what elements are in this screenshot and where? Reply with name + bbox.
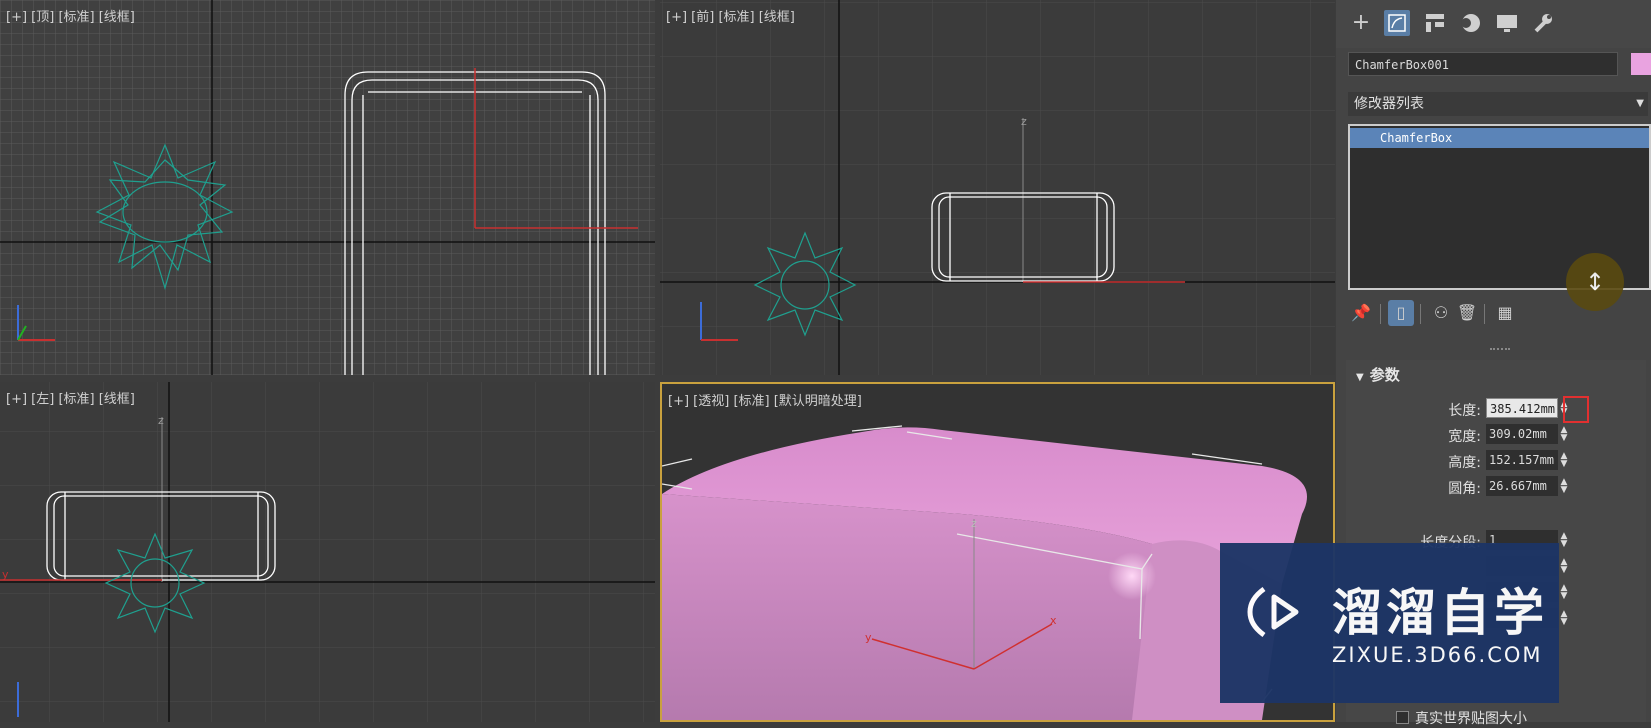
- chevron-down-icon: ▼: [1636, 98, 1644, 109]
- param-width: 宽度: 309.02mm ▲ ▼: [1346, 424, 1646, 446]
- chamferbox-shaded: [662, 427, 1307, 720]
- show-end-result-icon[interactable]: ▯: [1388, 300, 1414, 326]
- height-segs-spinner[interactable]: ▲ ▼: [1559, 584, 1569, 601]
- viewport-label-top[interactable]: [+] [顶] [标准] [线框]: [6, 6, 135, 25]
- svg-text:z: z: [1021, 115, 1027, 128]
- length-spinner-highlight: [1563, 396, 1589, 423]
- remove-modifier-icon[interactable]: 🗑: [1454, 300, 1480, 326]
- motion-icon[interactable]: [1458, 10, 1484, 36]
- fillet-label: 圆角:: [1448, 481, 1481, 497]
- svg-text:x: x: [1050, 614, 1057, 627]
- watermark-url: ZIXUE.3D66.COM: [1332, 643, 1543, 667]
- length-input[interactable]: 385.412mm: [1486, 398, 1558, 418]
- separator: [1484, 304, 1485, 324]
- modify-icon[interactable]: [1384, 10, 1410, 36]
- watermark: 溜溜自学 ZIXUE.3D66.COM: [1220, 543, 1559, 703]
- param-height: 高度: 152.157mm ▲ ▼: [1346, 450, 1646, 472]
- fillet-spinner[interactable]: ▲ ▼: [1559, 478, 1569, 495]
- width-segs-spinner[interactable]: ▲ ▼: [1559, 558, 1569, 575]
- viewport-front[interactable]: z [+] [前] [标准] [线框]: [660, 0, 1335, 375]
- height-label: 高度:: [1448, 455, 1481, 471]
- resize-cursor-icon: ↕: [1566, 253, 1624, 311]
- panel-divider[interactable]: [1490, 348, 1510, 354]
- object-name-field[interactable]: ChamferBox001: [1348, 52, 1618, 76]
- width-label: 宽度:: [1448, 429, 1481, 445]
- modifier-stack-item[interactable]: ChamferBox: [1350, 128, 1649, 148]
- viewport-label-front[interactable]: [+] [前] [标准] [线框]: [666, 6, 795, 25]
- length-segs-spinner[interactable]: ▲ ▼: [1559, 532, 1569, 549]
- viewport-front-canvas: z: [660, 0, 1335, 375]
- create-icon[interactable]: +: [1348, 10, 1374, 36]
- height-spinner[interactable]: ▲ ▼: [1559, 452, 1569, 469]
- length-label: 长度:: [1448, 403, 1481, 419]
- utilities-icon[interactable]: [1530, 10, 1556, 36]
- viewport-top-canvas: [0, 0, 655, 375]
- width-spinner[interactable]: ▲ ▼: [1559, 426, 1569, 443]
- modifier-list-dropdown[interactable]: 修改器列表 ▼: [1348, 92, 1648, 116]
- collapse-triangle-icon: ▼: [1356, 372, 1364, 383]
- display-icon[interactable]: [1494, 10, 1520, 36]
- fillet-input[interactable]: 26.667mm: [1486, 476, 1558, 496]
- param-fillet: 圆角: 26.667mm ▲ ▼: [1346, 476, 1646, 498]
- viewport-label-perspective[interactable]: [+] [透视] [标准] [默认明暗处理]: [668, 390, 862, 409]
- viewport-label-left[interactable]: [+] [左] [标准] [线框]: [6, 388, 135, 407]
- configure-sets-icon[interactable]: ▦: [1492, 300, 1518, 326]
- viewport-left-canvas: z y: [0, 382, 655, 722]
- checkbox[interactable]: [1396, 711, 1409, 724]
- parameters-rollout-title[interactable]: ▼ 参数: [1356, 364, 1400, 385]
- svg-text:y: y: [2, 568, 9, 581]
- height-input[interactable]: 152.157mm: [1486, 450, 1558, 470]
- pin-stack-icon[interactable]: 📌: [1348, 300, 1374, 326]
- separator: [1420, 304, 1421, 324]
- width-input[interactable]: 309.02mm: [1486, 424, 1558, 444]
- hierarchy-icon[interactable]: [1422, 10, 1448, 36]
- watermark-title: 溜溜自学: [1332, 584, 1548, 642]
- viewport-top[interactable]: [+] [顶] [标准] [线框]: [0, 0, 655, 375]
- modifier-list-label: 修改器列表: [1354, 96, 1424, 112]
- param-length: 长度: 385.412mm ▲ ▼: [1346, 398, 1646, 420]
- svg-text:y: y: [865, 631, 872, 644]
- real-world-map-size-checkbox[interactable]: 真实世界贴图大小: [1396, 708, 1527, 728]
- object-color-swatch[interactable]: [1631, 53, 1651, 75]
- separator: [1380, 304, 1381, 324]
- viewport-left[interactable]: z y [+] [左] [标准] [线框]: [0, 382, 655, 722]
- command-panel-tabs: +: [1336, 0, 1651, 48]
- make-unique-icon[interactable]: ⚇: [1428, 300, 1454, 326]
- svg-text:z: z: [158, 414, 164, 427]
- parameters-title: 参数: [1369, 366, 1400, 384]
- svg-text:z: z: [971, 517, 977, 530]
- fillet-segs-spinner[interactable]: ▲ ▼: [1559, 610, 1569, 627]
- real-world-label: 真实世界贴图大小: [1415, 711, 1527, 727]
- watermark-logo-icon: [1247, 586, 1299, 638]
